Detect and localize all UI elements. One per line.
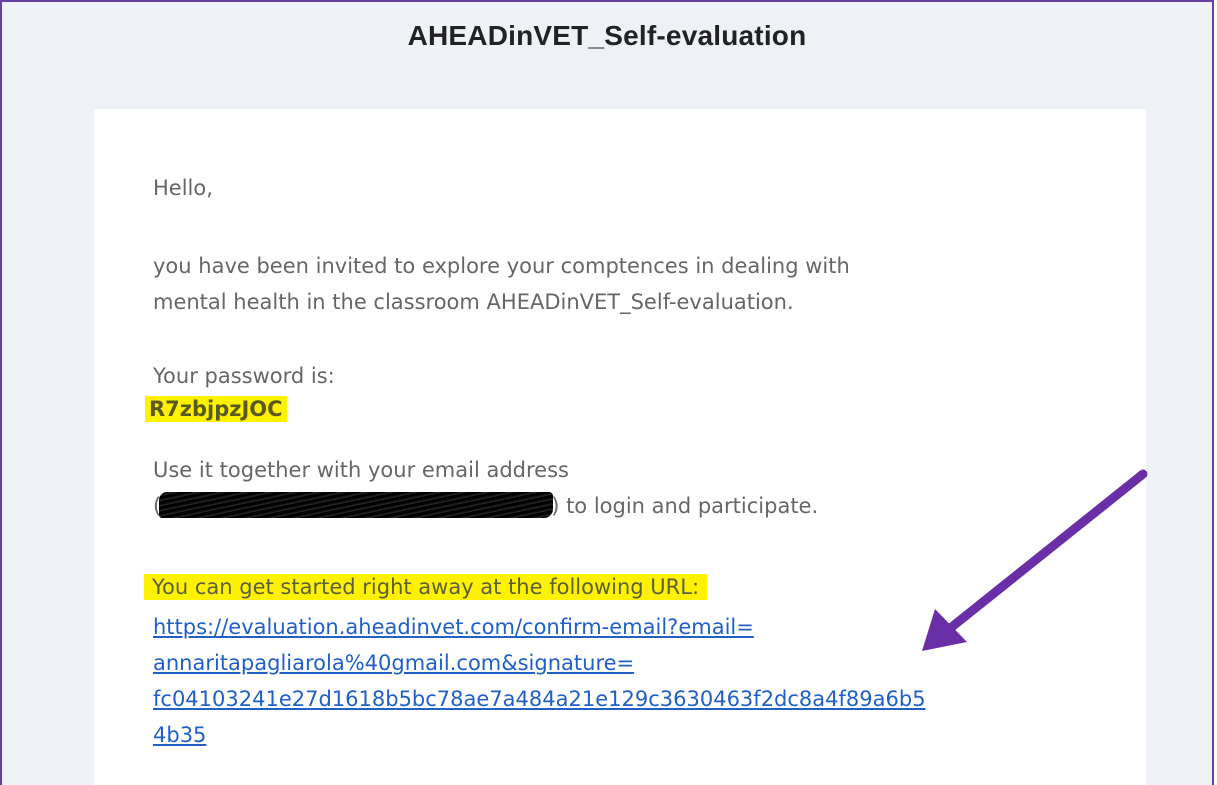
email-title: AHEADinVET_Self-evaluation	[407, 20, 807, 51]
url-line-3[interactable]: fc04103241e27d1618b5bc78ae7a484a21e129c3…	[153, 681, 926, 717]
url-line-4[interactable]: 4b35	[153, 717, 926, 753]
get-started-text: You can get started right away at the fo…	[144, 574, 708, 600]
use-it-text: Use it together with your email address	[153, 458, 569, 482]
password-value: R7zbjpzJOC	[145, 396, 287, 422]
invitation-line-1: you have been invited to explore your co…	[153, 254, 850, 278]
email-close-text: ) to login and participate.	[551, 494, 819, 518]
url-line-1[interactable]: https://evaluation.aheadinvet.com/confir…	[153, 609, 926, 645]
invitation-text: you have been invited to explore your co…	[153, 248, 850, 320]
password-label: Your password is:	[153, 364, 335, 388]
invitation-line-2: mental health in the classroom AHEADinVE…	[153, 290, 794, 314]
greeting: Hello,	[153, 176, 213, 200]
email-address-line: () to login and participate.	[153, 488, 818, 524]
confirm-email-link[interactable]: https://evaluation.aheadinvet.com/confir…	[153, 609, 926, 753]
email-window: AHEADinVET_Self-evaluation Hello, you ha…	[0, 0, 1214, 785]
email-card: Hello, you have been invited to explore …	[94, 109, 1146, 785]
url-line-2[interactable]: annaritapagliarola%40gmail.com&signature…	[153, 645, 926, 681]
redacted-email	[159, 492, 554, 518]
